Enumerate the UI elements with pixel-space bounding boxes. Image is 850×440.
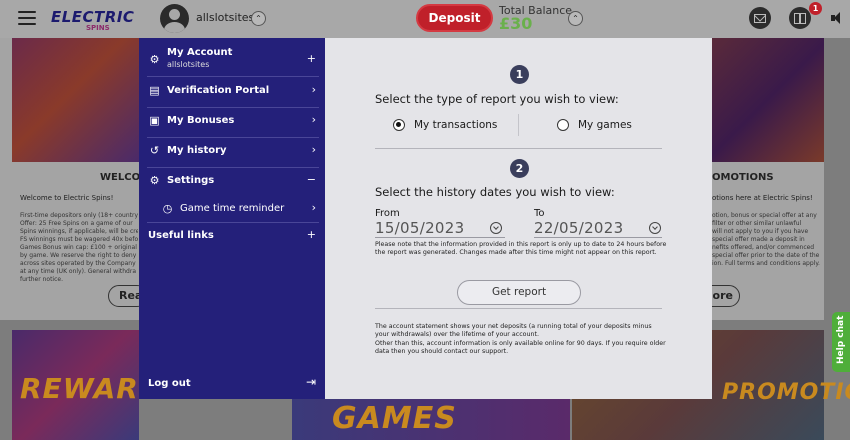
gift-icon: ▣ [149, 114, 160, 127]
menu-account-username: allslotsites [167, 60, 210, 69]
welcome-card-intro: Welcome to Electric Spins! [20, 194, 114, 202]
promotions-card-terms: otion, bonus or special offer at any fil… [712, 212, 820, 267]
from-date-input[interactable]: 15/05/2023 [375, 219, 464, 237]
chevron-right-icon: › [311, 143, 316, 156]
expand-plus-icon: + [306, 228, 316, 241]
to-date-label: To [534, 208, 545, 219]
radio-label-my-games[interactable]: My games [578, 119, 632, 131]
menu-item-game-time-reminder[interactable]: ◷ Game time reminder › [139, 200, 325, 220]
logout-button[interactable]: Log out ⇥ [139, 375, 325, 393]
menu-item-my-account[interactable]: ⚙ My Account allslotsites + [139, 44, 325, 74]
from-date-chevron-down-icon[interactable] [490, 222, 502, 234]
menu-divider [147, 222, 319, 223]
rewards-banner[interactable]: REWARDS [12, 330, 183, 440]
games-banner[interactable]: GAMES [292, 399, 570, 440]
balance-value: £30 [499, 14, 533, 33]
messages-button[interactable] [749, 7, 771, 29]
logout-icon: ⇥ [305, 375, 316, 389]
chevron-right-icon: › [311, 201, 316, 214]
radio-my-games[interactable] [557, 119, 569, 131]
to-date-input[interactable]: 22/05/2023 [534, 219, 623, 237]
menu-label-my-bonuses: My Bonuses [167, 115, 235, 126]
clock-icon: ◷ [162, 202, 173, 215]
welcome-offer-card: WELCO Welcome to Electric Spins! First-t… [0, 38, 148, 320]
history-dates-heading: Select the history dates you wish to vie… [375, 185, 615, 199]
menu-label-my-history: My history [167, 145, 227, 156]
rewards-button[interactable] [789, 7, 811, 29]
from-date-label: From [375, 208, 400, 219]
menu-label-game-time-reminder: Game time reminder [180, 203, 285, 214]
avatar[interactable] [160, 4, 189, 33]
from-date-underline [375, 237, 505, 238]
step-one-badge: 1 [510, 65, 529, 84]
section-divider [375, 308, 662, 309]
help-chat-button[interactable]: Help chat [832, 312, 850, 372]
gift-icon [794, 13, 806, 24]
menu-item-verification-portal[interactable]: ▤ Verification Portal › [139, 82, 325, 102]
chevron-right-icon: › [311, 113, 316, 126]
report-type-heading: Select the type of report you wish to vi… [375, 92, 619, 106]
promotions-card: OMOTIONS otions here at Electric Spins! … [692, 38, 824, 320]
menu-label-useful-links: Useful links [148, 230, 214, 241]
menu-item-settings[interactable]: ⚙ Settings − [139, 172, 325, 192]
report-timing-note: Please note that the information provide… [375, 241, 667, 257]
promotion-banner-text: PROMOTION [722, 380, 850, 405]
sound-toggle-icon[interactable] [831, 12, 843, 24]
menu-divider [147, 137, 319, 138]
radio-label-my-transactions[interactable]: My transactions [414, 119, 497, 131]
to-date-chevron-down-icon[interactable] [649, 222, 661, 234]
account-side-menu: ⚙ My Account allslotsites + ▤ Verificati… [139, 38, 325, 399]
account-chevron-icon[interactable]: ⌃ [251, 11, 266, 26]
menu-label-verification-portal: Verification Portal [167, 85, 270, 96]
chevron-right-icon: › [311, 83, 316, 96]
option-divider [518, 114, 519, 136]
username[interactable]: allslotsites [196, 11, 254, 24]
notification-badge: 1 [809, 2, 822, 15]
history-icon: ↺ [149, 144, 160, 157]
top-header: ELECTRIC SPINS allslotsites ⌃ Deposit To… [0, 0, 850, 38]
document-icon: ▤ [149, 84, 160, 97]
menu-divider [147, 167, 319, 168]
balance-chevron-icon[interactable]: ⌃ [568, 11, 583, 26]
menu-item-my-history[interactable]: ↺ My history › [139, 142, 325, 162]
section-divider [375, 148, 662, 149]
logout-label: Log out [148, 378, 191, 389]
hamburger-menu-icon[interactable] [18, 11, 36, 25]
to-date-underline [534, 237, 662, 238]
menu-item-useful-links[interactable]: Useful links + [139, 227, 325, 247]
site-logo-sub: SPINS [86, 24, 110, 32]
user-cog-icon: ⚙ [149, 53, 160, 66]
history-report-panel: 1 Select the type of report you wish to … [325, 38, 712, 399]
help-chat-label: Help chat [836, 315, 846, 364]
menu-item-my-bonuses[interactable]: ▣ My Bonuses › [139, 112, 325, 132]
get-report-button[interactable]: Get report [457, 280, 581, 305]
account-statement-note: The account statement shows your net dep… [375, 323, 652, 339]
welcome-card-terms: First-time depositors only (18+ country … [20, 212, 138, 283]
mail-icon [754, 14, 766, 23]
menu-label-settings: Settings [167, 175, 215, 186]
promotions-card-intro: otions here at Electric Spins! [712, 194, 813, 202]
gear-icon: ⚙ [149, 174, 160, 187]
menu-divider [147, 76, 319, 77]
radio-my-transactions[interactable] [393, 119, 405, 131]
data-retention-note: Other than this, account information is … [375, 340, 666, 356]
expand-plus-icon: + [306, 52, 316, 65]
step-two-badge: 2 [510, 159, 529, 178]
welcome-offer-banner [12, 38, 139, 162]
games-banner-text: GAMES [332, 401, 457, 436]
deposit-button[interactable]: Deposit [416, 4, 493, 32]
menu-divider [147, 107, 319, 108]
welcome-card-title: WELCO [100, 172, 141, 183]
collapse-minus-icon: − [306, 173, 316, 186]
promotions-banner [712, 38, 824, 162]
menu-label-my-account: My Account [167, 47, 233, 58]
promotions-card-title: OMOTIONS [712, 172, 774, 183]
